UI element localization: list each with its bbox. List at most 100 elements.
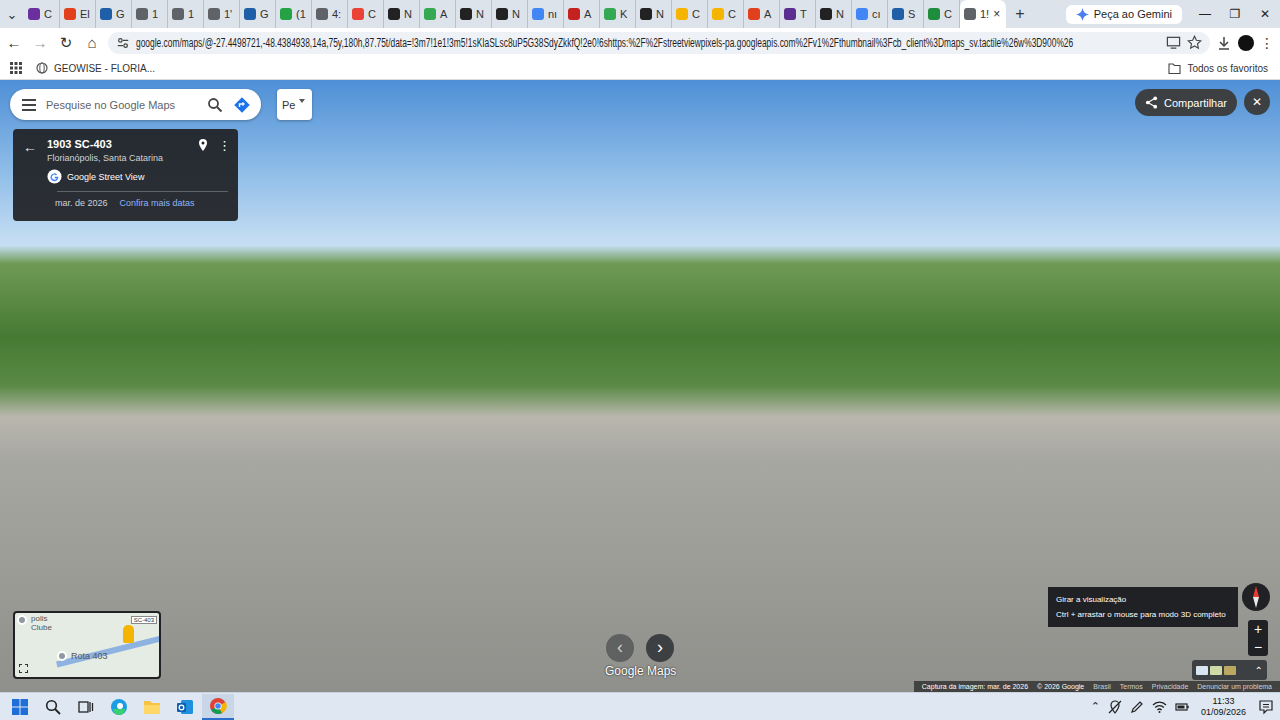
nav-button[interactable]: ↻	[56, 34, 76, 52]
zoom-button[interactable]: −	[1248, 638, 1268, 656]
browser-tab[interactable]: N	[492, 0, 528, 28]
street-nav-arrow[interactable]: ‹	[606, 634, 634, 662]
notifications-icon[interactable]	[1258, 699, 1274, 715]
battery-icon[interactable]	[1175, 700, 1189, 714]
browser-tab[interactable]: A	[744, 0, 780, 28]
compass-icon[interactable]	[1241, 582, 1271, 612]
all-bookmarks-button[interactable]: Todos os favoritos	[1168, 63, 1268, 74]
tab-search-button[interactable]: ⌄	[0, 7, 24, 22]
new-tab-button[interactable]: +	[1006, 0, 1034, 28]
street-nav-arrow[interactable]: ›	[646, 634, 674, 662]
expand-button[interactable]: ⌃	[1255, 665, 1263, 676]
pin-icon[interactable]	[196, 138, 210, 152]
nav-button[interactable]: ⌂	[82, 34, 102, 51]
browser-tab[interactable]: C	[672, 0, 708, 28]
browser-tab[interactable]: 1'	[204, 0, 240, 28]
browser-tab[interactable]: nı	[528, 0, 564, 28]
tray-overflow-button[interactable]: ⌃	[1091, 700, 1100, 713]
google-maps-watermark: Google Maps	[605, 664, 676, 678]
more-options-button[interactable]: ⋮	[218, 138, 228, 153]
browser-tab[interactable]: C	[348, 0, 384, 28]
browser-tab[interactable]: G	[96, 0, 132, 28]
browser-tab[interactable]: A	[420, 0, 456, 28]
maps-search-box[interactable]: Pesquise no Google Maps	[10, 89, 261, 120]
browser-tab[interactable]: S	[888, 0, 924, 28]
edge-button[interactable]	[103, 694, 135, 720]
window-control-button[interactable]: ❐	[1220, 7, 1250, 21]
location-off-icon[interactable]	[1108, 700, 1122, 714]
browser-tab[interactable]: N	[384, 0, 420, 28]
favicon-icon	[424, 8, 436, 20]
zoom-button[interactable]: +	[1248, 620, 1268, 638]
search-button[interactable]	[37, 694, 69, 720]
favicon-icon	[712, 8, 724, 20]
browser-tab[interactable]: C	[24, 0, 60, 28]
browser-tab[interactable]: N	[636, 0, 672, 28]
address-bar[interactable]: google.com/maps/@-27.4498721,-48.4384938…	[108, 32, 1210, 54]
bookmark-item[interactable]: GEOWISE - FLORIA...	[36, 62, 155, 74]
browser-tab[interactable]: G	[240, 0, 276, 28]
file-explorer-button[interactable]	[136, 694, 168, 720]
browser-tab[interactable]: N	[816, 0, 852, 28]
browser-tab[interactable]: N	[456, 0, 492, 28]
browser-tab[interactable]: A	[564, 0, 600, 28]
chrome-menu-button[interactable]: ⋮	[1260, 35, 1274, 51]
clock[interactable]: 11:3301/09/2026	[1197, 696, 1250, 718]
browser-tab[interactable]: (1	[276, 0, 312, 28]
attribution-item[interactable]: Captura da imagem: mar. de 2026	[922, 682, 1028, 691]
browser-tab[interactable]: 1!×	[960, 0, 1006, 28]
minimap[interactable]: polisClubeSC-403Rota 403	[13, 611, 161, 679]
tab-label: C	[44, 8, 52, 20]
window-control-button[interactable]: ✕	[1250, 7, 1280, 21]
start-button[interactable]	[4, 694, 36, 720]
attribution-item[interactable]: © 2026 Google	[1037, 682, 1084, 691]
browser-tab[interactable]: C	[708, 0, 744, 28]
gemini-button[interactable]: Peça ao Gemini	[1066, 5, 1182, 24]
pen-icon[interactable]	[1130, 700, 1144, 714]
imagery-chip[interactable]: ⌃	[1192, 660, 1267, 680]
browser-tab[interactable]: T	[780, 0, 816, 28]
download-icon[interactable]	[1216, 35, 1232, 51]
layer-chip[interactable]: Pe	[277, 89, 312, 120]
fullscreen-icon[interactable]	[19, 664, 28, 673]
nav-button[interactable]: ←	[4, 34, 24, 51]
more-dates-link[interactable]: Confira mais datas	[120, 198, 195, 208]
menu-icon[interactable]	[22, 99, 36, 111]
attribution-item[interactable]: Denunciar um problema	[1197, 682, 1272, 691]
task-view-button[interactable]	[70, 694, 102, 720]
browser-tab[interactable]: C	[924, 0, 960, 28]
chrome-button[interactable]	[202, 694, 234, 720]
apps-grid-icon[interactable]	[10, 62, 22, 74]
browser-tab[interactable]: K	[600, 0, 636, 28]
browser-tab[interactable]: 1	[132, 0, 168, 28]
search-icon[interactable]	[207, 97, 223, 113]
star-icon[interactable]	[1187, 35, 1202, 50]
share-button[interactable]: Compartilhar	[1135, 89, 1237, 116]
favicon-icon	[928, 8, 940, 20]
install-icon[interactable]	[1166, 35, 1181, 50]
browser-tab[interactable]: 4:	[312, 0, 348, 28]
pegman-icon[interactable]	[123, 625, 134, 643]
tab-label: N	[476, 8, 484, 20]
profile-avatar-icon[interactable]	[1238, 35, 1254, 51]
attribution-item[interactable]: Termos	[1120, 682, 1143, 691]
browser-tab[interactable]: 1	[168, 0, 204, 28]
tab-close-button[interactable]: ×	[993, 7, 1000, 21]
browser-tab[interactable]: cı	[852, 0, 888, 28]
tab-label: 1'	[224, 8, 232, 20]
back-button[interactable]: ←	[23, 139, 39, 155]
attribution-item[interactable]: Privacidade	[1152, 682, 1189, 691]
wifi-icon[interactable]	[1152, 700, 1167, 714]
favicon-icon	[352, 8, 364, 20]
directions-icon[interactable]	[233, 96, 251, 114]
place-card: ←1903 SC-403Florianópolis, Santa Catarin…	[13, 129, 238, 221]
street-view[interactable]: Pesquise no Google Maps Pe ←1903 SC-403Flo…	[0, 80, 1280, 692]
outlook-button[interactable]	[169, 694, 201, 720]
nav-button[interactable]: →	[30, 34, 50, 51]
favicon-icon	[676, 8, 688, 20]
attribution-item[interactable]: Brasil	[1093, 682, 1111, 691]
window-control-button[interactable]: —	[1190, 7, 1220, 21]
close-street-view-button[interactable]: ✕	[1244, 89, 1270, 115]
browser-tab[interactable]: El	[60, 0, 96, 28]
favicon-icon	[784, 8, 796, 20]
